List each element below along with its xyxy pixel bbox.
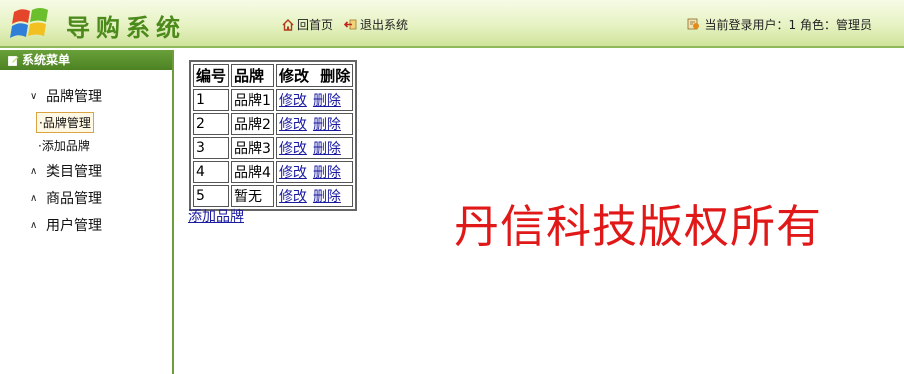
cell-brand: 品牌2 (231, 113, 274, 135)
chevron-up-icon: ∧ (30, 219, 38, 231)
table-row: 3 品牌3 修改 删除 (193, 137, 354, 159)
menu-item-add-brand[interactable]: ·添加品牌 (36, 136, 92, 155)
windows-logo-icon (10, 8, 48, 38)
cell-actions: 修改 删除 (275, 185, 354, 207)
edit-link[interactable]: 修改 (279, 117, 307, 133)
cell-id: 4 (193, 161, 230, 183)
cell-brand: 品牌4 (231, 161, 274, 183)
cell-actions: 修改 删除 (275, 113, 354, 135)
table-row: 2 品牌2 修改 删除 (193, 113, 354, 135)
app-title: 导购系统 (66, 13, 186, 42)
column-header-brand: 品牌 (231, 64, 274, 87)
menu-group-brand[interactable]: ∨ 品牌管理 (30, 86, 102, 106)
table-row: 4 品牌4 修改 删除 (193, 161, 354, 183)
delete-link[interactable]: 删除 (313, 189, 341, 205)
logout-label: 退出系统 (360, 18, 409, 32)
column-header-delete: 删除 (320, 67, 351, 85)
cell-actions: 修改 删除 (275, 89, 354, 111)
copyright-text: 丹信科技版权所有 (454, 200, 823, 253)
chevron-down-icon: ∨ (30, 90, 38, 102)
column-header-edit: 修改 (278, 67, 309, 85)
menu-group-label: 商品管理 (46, 191, 102, 207)
cell-brand: 品牌3 (231, 137, 274, 159)
cell-id: 2 (193, 113, 230, 135)
menu-group-user[interactable]: ∧ 用户管理 (30, 215, 102, 235)
cell-brand: 品牌1 (231, 89, 274, 111)
edit-link[interactable]: 修改 (279, 93, 307, 109)
sidebar: 系统菜单 ∨ 品牌管理 ·品牌管理 ·添加品牌 ∧ 类目管理 ∧ 商品管理 ∧ … (0, 50, 174, 238)
user-info-text: 当前登录用户：1 角色：管理员 (704, 18, 872, 32)
menu-group-label: 用户管理 (46, 218, 102, 234)
cell-id: 3 (193, 137, 230, 159)
menu-group-category[interactable]: ∧ 类目管理 (30, 161, 102, 181)
app-window: 导购系统 回首页 退出系统 当前登录用户：1 角色：管理员 系统菜单 ∨ 品牌管… (0, 0, 904, 374)
menu-group-label: 品牌管理 (46, 89, 102, 105)
edit-link[interactable]: 修改 (279, 189, 307, 205)
cell-actions: 修改 删除 (275, 161, 354, 183)
column-header-id: 编号 (193, 64, 230, 87)
home-label: 回首页 (297, 18, 334, 32)
home-icon (282, 18, 294, 31)
sidebar-title: 系统菜单 (0, 50, 172, 70)
menu-edit-icon (8, 55, 19, 66)
user-icon (687, 18, 699, 30)
table-row: 1 品牌1 修改 删除 (193, 89, 354, 111)
chevron-up-icon: ∧ (30, 165, 38, 177)
logout-link[interactable]: 退出系统 (344, 16, 408, 33)
home-link[interactable]: 回首页 (282, 16, 333, 33)
cell-id: 5 (193, 185, 230, 207)
chevron-up-icon: ∧ (30, 192, 38, 204)
cell-actions: 修改 删除 (275, 137, 354, 159)
sidebar-title-label: 系统菜单 (22, 53, 71, 67)
menu-item-brand-manage[interactable]: ·品牌管理 (36, 112, 94, 133)
delete-link[interactable]: 删除 (313, 93, 341, 109)
add-brand-link[interactable]: 添加品牌 (188, 206, 244, 226)
table-header-row: 编号 品牌 修改 删除 (193, 64, 354, 87)
delete-link[interactable]: 删除 (313, 165, 341, 181)
header-bar: 导购系统 回首页 退出系统 当前登录用户：1 角色：管理员 (0, 0, 904, 48)
edit-link[interactable]: 修改 (279, 141, 307, 157)
cell-id: 1 (193, 89, 230, 111)
menu-group-product[interactable]: ∧ 商品管理 (30, 188, 102, 208)
user-info: 当前登录用户：1 角色：管理员 (687, 16, 872, 33)
brand-table: 编号 品牌 修改 删除 1 品牌1 修改 删除 2 品牌2 修改 删除 3 品牌… (189, 60, 358, 211)
logout-icon (344, 19, 357, 29)
menu-group-label: 类目管理 (46, 164, 102, 180)
column-header-actions: 修改 删除 (275, 64, 354, 87)
edit-link[interactable]: 修改 (279, 165, 307, 181)
cell-brand: 暂无 (231, 185, 274, 207)
sidebar-divider (172, 238, 174, 374)
table-row: 5 暂无 修改 删除 (193, 185, 354, 207)
delete-link[interactable]: 删除 (313, 141, 341, 157)
delete-link[interactable]: 删除 (313, 117, 341, 133)
